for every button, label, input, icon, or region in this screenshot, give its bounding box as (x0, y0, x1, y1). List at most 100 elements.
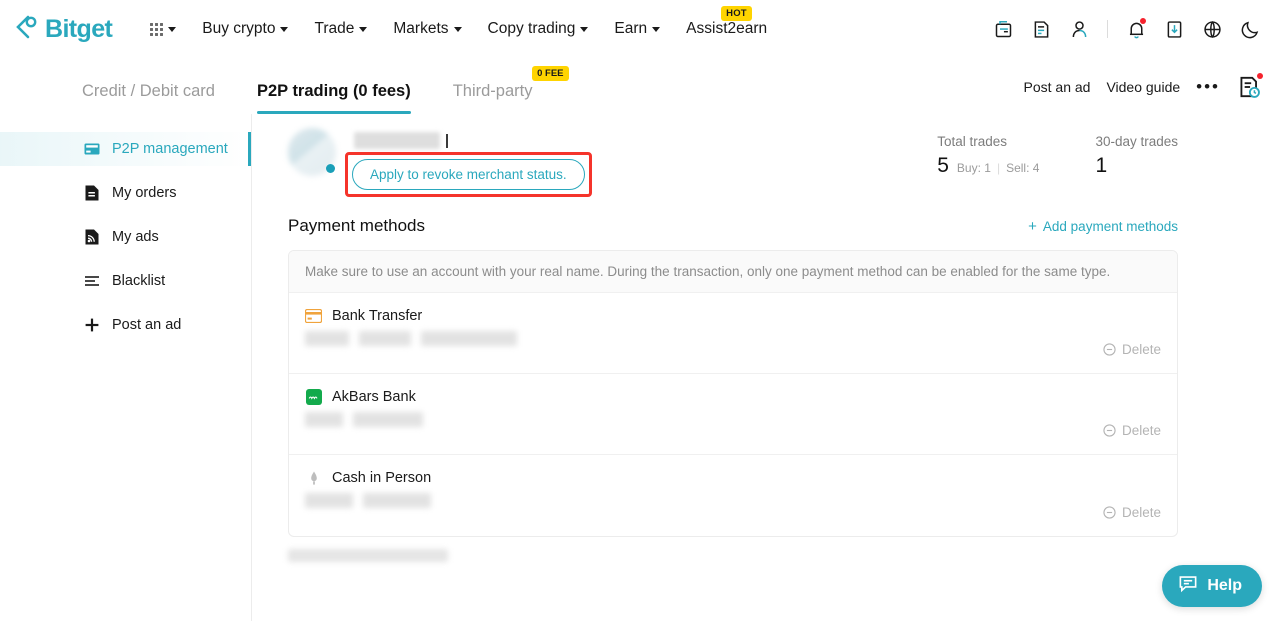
nav-item-earn[interactable]: Earn (601, 20, 673, 38)
delete-payment-method-button[interactable]: Delete (1103, 423, 1161, 438)
stat-label: Total trades (937, 134, 1008, 149)
buy-count: Buy: 1 (956, 161, 991, 175)
payment-methods-notice: Make sure to use an account with your re… (289, 251, 1177, 293)
masked-detail (421, 331, 517, 346)
ads-feed-icon (84, 229, 100, 245)
sidebar: P2P management My orders My ads Blacklis… (0, 114, 252, 621)
profile-name-column (348, 128, 448, 149)
nav-label: Assist2earn (686, 20, 768, 37)
tab-list: Credit / Debit card P2P trading (0 fees)… (82, 66, 575, 114)
help-label: Help (1207, 577, 1242, 594)
sidebar-item-p2p-management[interactable]: P2P management (0, 132, 251, 166)
language-globe-icon[interactable] (1200, 17, 1224, 41)
card-management-icon (84, 141, 100, 157)
payment-methods-header: Payment methods + Add payment methods (288, 216, 1178, 236)
delete-label: Delete (1121, 505, 1161, 520)
bitget-logo-mark (14, 15, 40, 43)
sidebar-item-label: My ads (112, 229, 159, 245)
masked-detail (305, 331, 349, 346)
revoke-annotation-highlight: Apply to revoke merchant status. (345, 152, 592, 197)
sidebar-item-label: P2P management (112, 141, 228, 157)
apps-grid-menu[interactable] (142, 22, 189, 36)
chevron-down-icon (580, 26, 589, 32)
nav-label: Buy crypto (202, 20, 276, 37)
trade-stats: Total trades 5 Buy: 1 | Sell: 4 30-day t… (937, 134, 1178, 178)
cutoff-masked-text (288, 549, 448, 562)
download-icon[interactable] (1162, 17, 1186, 41)
page-title: Payment methods (288, 216, 426, 235)
chat-help-icon (1178, 574, 1198, 599)
chevron-down-icon (652, 26, 661, 32)
sidebar-item-my-orders[interactable]: My orders (0, 176, 251, 210)
top-navigation-bar: Bitget Buy crypto Trade Markets Copy tra… (0, 0, 1280, 58)
payment-method-details-masked (305, 331, 1161, 346)
delete-payment-method-button[interactable]: Delete (1103, 342, 1161, 357)
masked-detail (359, 331, 411, 346)
nav-item-assist2earn[interactable]: Assist2earn HOT (673, 6, 780, 38)
stat-total-trades: Total trades 5 Buy: 1 | Sell: 4 (937, 134, 1039, 178)
payment-methods-card: Make sure to use an account with your re… (288, 250, 1178, 537)
account-icon[interactable] (1067, 17, 1091, 41)
post-an-ad-link[interactable]: Post an ad (1024, 79, 1091, 95)
username-masked (354, 132, 440, 149)
nav-label: Trade (314, 20, 355, 37)
notification-bell-icon[interactable] (1124, 17, 1148, 41)
sidebar-item-blacklist[interactable]: Blacklist (0, 264, 251, 298)
stat-value-row: 1 (1095, 154, 1178, 178)
orders-icon[interactable] (1029, 17, 1053, 41)
dark-mode-moon-icon[interactable] (1238, 17, 1262, 41)
more-options-button[interactable]: ••• (1196, 78, 1220, 95)
tab-credit-debit-card[interactable]: Credit / Debit card (82, 82, 215, 114)
nav-label: Earn (614, 20, 648, 37)
payment-method-details-masked (305, 493, 1161, 508)
masked-detail (353, 412, 423, 427)
payment-method-details-masked (305, 412, 1161, 427)
payment-method-head: AkBars Bank (305, 388, 1161, 405)
payment-method-name: AkBars Bank (332, 388, 416, 405)
wallet-icon[interactable] (991, 17, 1015, 41)
stat-value-row: 5 Buy: 1 | Sell: 4 (937, 154, 1039, 178)
minus-circle-icon (1103, 343, 1116, 356)
video-guide-link[interactable]: Video guide (1106, 79, 1180, 95)
avatar[interactable] (288, 128, 336, 176)
order-history-icon[interactable] (1236, 73, 1263, 100)
plus-icon: + (1028, 217, 1037, 235)
stat-value: 5 (937, 154, 949, 177)
text-cursor (446, 134, 448, 148)
payment-method-row[interactable]: AkBars Bank Delete (289, 374, 1177, 455)
sidebar-item-my-ads[interactable]: My ads (0, 220, 251, 254)
chevron-down-icon (453, 26, 462, 32)
online-status-dot (326, 164, 335, 173)
nav-item-copy-trading[interactable]: Copy trading (475, 20, 602, 38)
nav-label: Copy trading (487, 20, 576, 37)
akbars-bank-icon (305, 388, 322, 405)
delete-label: Delete (1121, 423, 1161, 438)
help-button[interactable]: Help (1162, 565, 1262, 607)
delete-label: Delete (1121, 342, 1161, 357)
sidebar-item-label: My orders (112, 185, 177, 201)
nav-item-markets[interactable]: Markets (380, 20, 474, 38)
payment-method-row[interactable]: Bank Transfer Delete (289, 293, 1177, 374)
payment-method-head: Bank Transfer (305, 307, 1161, 324)
tab-third-party[interactable]: Third-party 0 FEE (452, 66, 569, 114)
add-payment-label: Add payment methods (1042, 218, 1178, 234)
next-section-cutoff (288, 537, 1178, 562)
page-tab-bar: Credit / Debit card P2P trading (0 fees)… (0, 58, 1280, 114)
chevron-down-icon (359, 26, 368, 32)
nav-item-buy-crypto[interactable]: Buy crypto (189, 20, 301, 38)
sidebar-item-post-an-ad[interactable]: Post an ad (0, 308, 251, 342)
masked-detail (305, 412, 343, 427)
tab-label: Third-party (452, 82, 533, 100)
stat-value: 1 (1095, 154, 1108, 177)
bitget-logo[interactable]: Bitget (14, 15, 113, 44)
tab-bar-actions: Post an ad Video guide ••• (1024, 73, 1263, 114)
nav-item-trade[interactable]: Trade (301, 20, 380, 38)
delete-payment-method-button[interactable]: Delete (1103, 505, 1161, 520)
apply-to-revoke-merchant-status-button[interactable]: Apply to revoke merchant status. (352, 159, 585, 190)
minus-circle-icon (1103, 506, 1116, 519)
payment-method-row[interactable]: Cash in Person Delete (289, 455, 1177, 536)
add-payment-methods-button[interactable]: + Add payment methods (1028, 219, 1178, 234)
tab-p2p-trading[interactable]: P2P trading (0 fees) (256, 82, 411, 114)
bank-card-icon (305, 307, 322, 324)
chevron-down-icon (280, 26, 289, 32)
